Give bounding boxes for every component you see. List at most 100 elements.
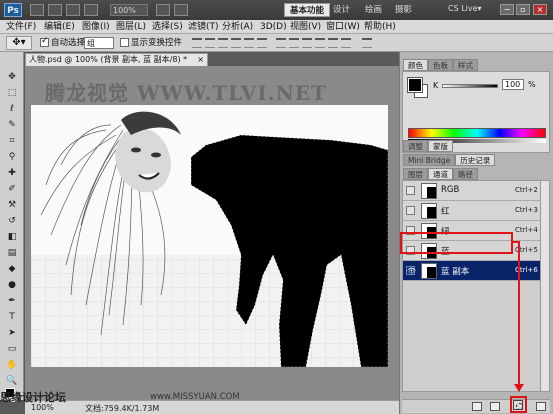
menu-edit[interactable]: 编辑(E) — [44, 21, 75, 33]
tab-color[interactable]: 颜色 — [403, 59, 428, 71]
workspace-painting-button[interactable]: 绘画 — [360, 3, 387, 17]
tab-styles[interactable]: 样式 — [453, 59, 478, 71]
hand-tool-icon[interactable] — [84, 4, 98, 16]
auto-select-checkbox[interactable] — [40, 36, 49, 47]
history-brush-tool-icon[interactable]: ↺ — [4, 214, 20, 228]
dodge-tool-icon[interactable]: ● — [4, 278, 20, 292]
channel-row-rgb[interactable]: RGB Ctrl+2 — [403, 181, 543, 201]
zoom-level-select[interactable]: 100% — [110, 4, 148, 16]
brush-tool-icon[interactable]: ✐ — [4, 182, 20, 196]
auto-select-dropdown[interactable]: 组 — [84, 37, 114, 49]
channel-image — [31, 105, 388, 367]
move-tool-preset-icon[interactable]: ✥▾ — [6, 36, 32, 50]
menu-view[interactable]: 视图(V) — [290, 21, 321, 33]
close-document-icon[interactable]: × — [197, 54, 204, 66]
cs-live-button[interactable]: CS Live▾ — [448, 4, 482, 13]
menu-file[interactable]: 文件(F) — [6, 21, 36, 33]
type-tool-icon[interactable]: T — [4, 310, 20, 324]
delete-channel-icon[interactable] — [536, 402, 546, 411]
quick-select-tool-icon[interactable]: ✎ — [4, 118, 20, 132]
channel-name: 蓝 副本 — [441, 267, 470, 277]
eraser-tool-icon[interactable]: ◧ — [4, 230, 20, 244]
document-info[interactable]: 文档:759.4K/1.73M — [85, 403, 159, 414]
close-button[interactable]: × — [533, 4, 547, 15]
menu-analysis[interactable]: 分析(A) — [222, 21, 253, 33]
tab-masks[interactable]: 蒙版 — [428, 140, 453, 152]
site-url: www.MISSYUAN.COM — [150, 392, 240, 402]
channel-row-blue-copy[interactable]: 👁 蓝 副本 Ctrl+6 — [403, 261, 543, 281]
restore-button[interactable]: ▫ — [516, 4, 530, 15]
move-tool-icon[interactable]: ✥ — [4, 70, 20, 84]
document-tab[interactable]: 人物.psd @ 100% (背景 副本, 蓝 副本/8) * × — [25, 53, 208, 66]
status-bar: 100% 文档:759.4K/1.73M — [25, 400, 399, 414]
menu-select[interactable]: 选择(S) — [152, 21, 183, 33]
channel-name: RGB — [441, 185, 460, 195]
tab-history[interactable]: 历史记录 — [455, 154, 496, 166]
menu-image[interactable]: 图像(I) — [82, 21, 110, 33]
auto-align-button[interactable] — [362, 38, 372, 48]
photoshop-logo: Ps — [4, 3, 22, 17]
channel-shortcut: Ctrl+2 — [515, 186, 538, 194]
pen-tool-icon[interactable]: ✒ — [4, 294, 20, 308]
crop-tool-icon[interactable]: ⌗ — [4, 134, 20, 148]
document-tab-title: 人物.psd @ 100% (背景 副本, 蓝 副本/8) * — [29, 55, 188, 64]
channel-shortcut: Ctrl+4 — [515, 226, 538, 234]
marquee-tool-icon[interactable]: ⬚ — [4, 86, 20, 100]
channels-scrollbar[interactable] — [540, 181, 549, 391]
show-transform-checkbox[interactable] — [120, 38, 129, 47]
load-channel-as-selection-icon[interactable] — [472, 402, 482, 411]
visibility-icon[interactable] — [406, 206, 415, 215]
highlight-arrow-line — [518, 241, 520, 391]
tab-swatches[interactable]: 色板 — [428, 59, 453, 71]
tab-layers[interactable]: 图层 — [403, 168, 428, 180]
menu-layer[interactable]: 图层(L) — [116, 21, 146, 33]
image-canvas[interactable] — [31, 105, 388, 367]
visibility-icon[interactable] — [406, 186, 415, 195]
path-selection-tool-icon[interactable]: ➤ — [4, 326, 20, 340]
channels-panel: RGB Ctrl+2 红 Ctrl+3 绿 Ctrl+4 蓝 Ctrl+5 👁 … — [402, 180, 550, 392]
tab-adjustments[interactable]: 调整 — [403, 140, 428, 152]
new-channel-icon[interactable] — [490, 402, 500, 411]
blur-tool-icon[interactable]: ◆ — [4, 262, 20, 276]
tab-mini-bridge[interactable]: Mini Bridge — [403, 154, 456, 166]
color-spectrum-bar[interactable] — [408, 128, 546, 138]
hand-tool-icon[interactable]: ✋ — [4, 358, 20, 372]
clone-stamp-tool-icon[interactable]: ⚒ — [4, 198, 20, 212]
lasso-tool-icon[interactable]: ℓ — [4, 102, 20, 116]
workspace-design-button[interactable]: 设计 — [328, 3, 355, 17]
workspace-basic-button[interactable]: 基本功能 — [284, 3, 331, 17]
highlight-target-button — [510, 396, 527, 413]
workspace-photography-button[interactable]: 摄影 — [390, 3, 417, 17]
align-buttons[interactable] — [192, 38, 267, 48]
panel-foreground-swatch[interactable] — [407, 77, 423, 93]
distribute-buttons[interactable] — [276, 38, 351, 48]
healing-brush-tool-icon[interactable]: ✚ — [4, 166, 20, 180]
minimize-button[interactable]: − — [500, 4, 514, 15]
site-watermark: 思缘设计论坛 — [0, 391, 66, 404]
adjust-panel-tabs: 调整 蒙版 — [403, 140, 453, 152]
menu-bar: 文件(F) 编辑(E) 图像(I) 图层(L) 选择(S) 滤镜(T) 分析(A… — [0, 20, 553, 34]
channel-row-red[interactable]: 红 Ctrl+3 — [403, 201, 543, 221]
menu-3d[interactable]: 3D(D) — [260, 21, 287, 33]
gradient-tool-icon[interactable]: ▤ — [4, 246, 20, 260]
zoom-tool-icon[interactable]: 🔍 — [4, 374, 20, 388]
k-slider[interactable] — [442, 84, 498, 88]
tab-paths[interactable]: 路径 — [453, 168, 478, 180]
menu-filter[interactable]: 滤镜(T) — [188, 21, 219, 33]
minibridge-icon[interactable] — [48, 4, 62, 16]
shape-tool-icon[interactable]: ▭ — [4, 342, 20, 356]
options-bar: ✥▾ 自动选择: 组 显示变换控件 — [0, 34, 553, 52]
menu-help[interactable]: 帮助(H) — [364, 21, 396, 33]
view-extras-icon[interactable] — [66, 4, 80, 16]
screen-mode-icon[interactable] — [174, 4, 188, 16]
visibility-eye-icon[interactable]: 👁 — [406, 266, 416, 275]
channel-thumbnail — [421, 183, 437, 199]
k-value-input[interactable]: 100 — [502, 79, 524, 90]
eyedropper-tool-icon[interactable]: ⚲ — [4, 150, 20, 164]
history-panel-tabs: Mini Bridge 历史记录 — [403, 154, 496, 166]
menu-window[interactable]: 窗口(W) — [326, 21, 360, 33]
bridge-icon[interactable] — [30, 4, 44, 16]
arrange-documents-icon[interactable] — [156, 4, 170, 16]
tab-channels[interactable]: 通道 — [428, 168, 453, 180]
channel-name: 红 — [441, 207, 450, 217]
